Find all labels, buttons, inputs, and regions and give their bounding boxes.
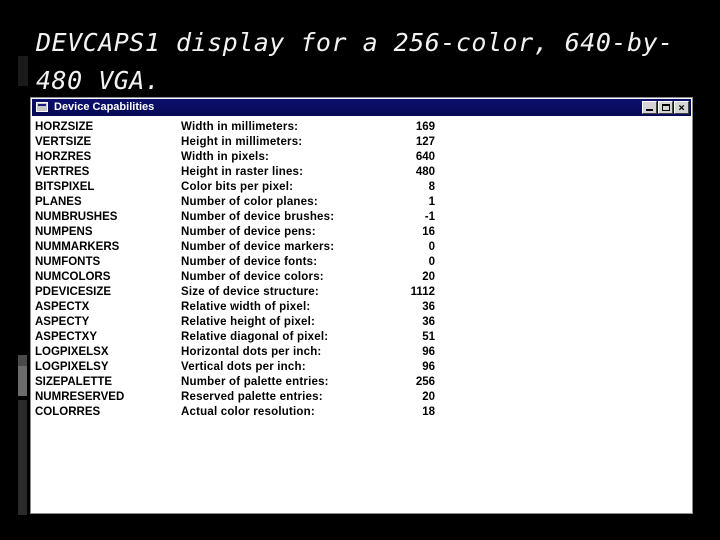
capability-value: 16: [422, 226, 435, 238]
capabilities-table: HORZSIZE Width in millimeters: 169 VERTSIZE…: [35, 120, 435, 420]
capability-description: Number of palette entries:: [181, 376, 329, 388]
capability-name: NUMBRUSHES: [35, 211, 118, 223]
slide-title: DEVCAPS1 display for a 256-color, 640-by…: [36, 28, 674, 95]
capability-name: NUMFONTS: [35, 256, 101, 268]
capability-value: 640: [415, 151, 435, 163]
minimize-button[interactable]: [642, 101, 657, 114]
capability-description: Height in millimeters:: [181, 136, 303, 148]
capability-name: COLORRES: [35, 406, 101, 418]
close-icon: ×: [678, 101, 685, 114]
capability-description: Number of device pens:: [181, 226, 316, 238]
capability-name: NUMMARKERS: [35, 241, 120, 253]
capability-name: BITSPIXEL: [35, 181, 95, 193]
capability-description: Relative diagonal of pixel:: [181, 331, 329, 343]
capability-name: PDEVICESIZE: [35, 286, 112, 298]
device-capabilities-window: Device Capabilities × HORZSIZE Width in m…: [30, 97, 693, 514]
capability-value: 480: [415, 166, 435, 178]
capability-value: 1: [428, 196, 435, 208]
capability-name: VERTSIZE: [35, 136, 92, 148]
capability-name: VERTRES: [35, 166, 90, 178]
capability-row: ASPECTX Relative width of pixel: 36: [35, 300, 435, 315]
capability-row: NUMRESERVED Reserved palette entries: 20: [35, 390, 435, 405]
capability-value: 0: [428, 241, 435, 253]
capability-description: Height in raster lines:: [181, 166, 304, 178]
capability-value: 8: [428, 181, 435, 193]
side-decoration: [18, 366, 27, 396]
side-decoration: [18, 400, 27, 515]
capability-description: Relative width of pixel:: [181, 301, 311, 313]
capability-description: Number of device colors:: [181, 271, 324, 283]
capability-name: ASPECTXY: [35, 331, 97, 343]
capability-description: Actual color resolution:: [181, 406, 315, 418]
capability-row: PLANES Number of color planes: 1: [35, 195, 435, 210]
capability-row: HORZRES Width in pixels: 640: [35, 150, 435, 165]
capability-description: Vertical dots per inch:: [181, 361, 306, 373]
capability-value: 20: [422, 271, 435, 283]
capability-description: Horizontal dots per inch:: [181, 346, 322, 358]
capability-value: 1112: [410, 286, 435, 298]
close-button[interactable]: ×: [674, 101, 689, 114]
capability-row: NUMBRUSHES Number of device brushes: -1: [35, 210, 435, 225]
capability-description: Number of device brushes:: [181, 211, 335, 223]
capability-name: PLANES: [35, 196, 82, 208]
capability-row: LOGPIXELSX Horizontal dots per inch: 96: [35, 345, 435, 360]
capability-row: NUMPENS Number of device pens: 16: [35, 225, 435, 240]
capability-value: 127: [415, 136, 435, 148]
capability-value: 96: [422, 361, 435, 373]
capability-name: LOGPIXELSY: [35, 361, 109, 373]
capability-row: HORZSIZE Width in millimeters: 169: [35, 120, 435, 135]
bullet-marker: [18, 56, 28, 86]
capability-description: Reserved palette entries:: [181, 391, 323, 403]
maximize-button[interactable]: [658, 101, 673, 114]
capability-value: 169: [415, 121, 435, 133]
window-titlebar[interactable]: Device Capabilities ×: [32, 99, 691, 116]
capability-name: ASPECTX: [35, 301, 90, 313]
capability-row: PDEVICESIZE Size of device structure: 1112: [35, 285, 435, 300]
device-capabilities-icon[interactable]: [36, 102, 48, 112]
capability-description: Number of device fonts:: [181, 256, 318, 268]
capability-description: Width in pixels:: [181, 151, 270, 163]
capability-description: Width in millimeters:: [181, 121, 299, 133]
capability-name: NUMPENS: [35, 226, 93, 238]
capability-value: 20: [422, 391, 435, 403]
capability-value: 0: [428, 256, 435, 268]
capability-description: Number of color planes:: [181, 196, 318, 208]
capability-value: 51: [422, 331, 435, 343]
capability-name: NUMCOLORS: [35, 271, 111, 283]
capability-description: Color bits per pixel:: [181, 181, 294, 193]
capability-row: COLORRES Actual color resolution: 18: [35, 405, 435, 420]
window-title: Device Capabilities: [54, 101, 155, 113]
capability-row: VERTSIZE Height in millimeters: 127: [35, 135, 435, 150]
capability-name: NUMRESERVED: [35, 391, 125, 403]
capability-row: ASPECTXY Relative diagonal of pixel: 51: [35, 330, 435, 345]
capability-row: NUMFONTS Number of device fonts: 0: [35, 255, 435, 270]
capability-row: NUMCOLORS Number of device colors: 20: [35, 270, 435, 285]
capability-description: Number of device markers:: [181, 241, 335, 253]
capability-row: NUMMARKERS Number of device markers: 0: [35, 240, 435, 255]
capability-value: 36: [422, 316, 435, 328]
capability-description: Size of device structure:: [181, 286, 319, 298]
maximize-icon: [659, 104, 672, 111]
capability-description: Relative height of pixel:: [181, 316, 316, 328]
capability-value: 36: [422, 301, 435, 313]
capability-row: ASPECTY Relative height of pixel: 36: [35, 315, 435, 330]
capability-name: LOGPIXELSX: [35, 346, 109, 358]
capability-value: 18: [422, 406, 435, 418]
capability-row: SIZEPALETTE Number of palette entries: 256: [35, 375, 435, 390]
capability-value: -1: [424, 211, 435, 223]
capability-name: ASPECTY: [35, 316, 90, 328]
capability-name: HORZRES: [35, 151, 92, 163]
capability-row: LOGPIXELSY Vertical dots per inch: 96: [35, 360, 435, 375]
capability-row: VERTRES Height in raster lines: 480: [35, 165, 435, 180]
capability-name: HORZSIZE: [35, 121, 94, 133]
capability-value: 256: [415, 376, 435, 388]
capability-row: BITSPIXEL Color bits per pixel: 8: [35, 180, 435, 195]
capability-name: SIZEPALETTE: [35, 376, 113, 388]
capability-value: 96: [422, 346, 435, 358]
minimize-icon: [643, 109, 656, 111]
